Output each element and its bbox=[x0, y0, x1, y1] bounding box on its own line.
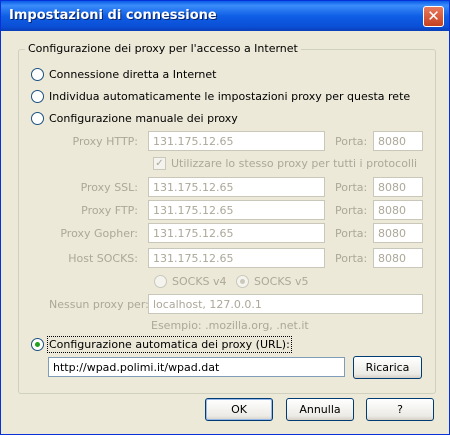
title-bar[interactable]: Impostazioni di connessione ✕ bbox=[1, 1, 449, 31]
radio-autodetect-label[interactable]: Individua automaticamente le impostazion… bbox=[49, 90, 410, 103]
same-proxy-checkbox-label[interactable]: Utilizzare lo stesso proxy per tutti i p… bbox=[171, 157, 417, 170]
radio-manual-config[interactable] bbox=[31, 112, 44, 125]
socks-port-input[interactable]: 8080 bbox=[373, 248, 423, 268]
close-icon: ✕ bbox=[427, 7, 440, 25]
radio-selected-dot bbox=[35, 342, 40, 347]
radio-socks-v4-label[interactable]: SOCKS v4 bbox=[172, 275, 227, 288]
reload-button[interactable]: Ricarica bbox=[353, 356, 422, 379]
ftp-port-input[interactable]: 8080 bbox=[373, 200, 423, 220]
gopher-proxy-input[interactable]: 131.175.12.65 bbox=[148, 223, 325, 243]
http-port-input[interactable]: 8080 bbox=[373, 131, 423, 151]
socks-host-input[interactable]: 131.175.12.65 bbox=[148, 248, 325, 268]
same-proxy-checkbox[interactable]: ✓ bbox=[153, 157, 166, 170]
cancel-button[interactable]: Annulla bbox=[286, 398, 354, 421]
auto-config-url-input[interactable]: http://wpad.polimi.it/wpad.dat bbox=[48, 357, 345, 377]
radio-manual-config-label[interactable]: Configurazione manuale dei proxy bbox=[49, 112, 238, 125]
ssl-port-input[interactable]: 8080 bbox=[373, 177, 423, 197]
radio-socks-v5[interactable] bbox=[236, 275, 249, 288]
radio-direct-connection-label[interactable]: Connessione diretta a Internet bbox=[49, 68, 216, 81]
ftp-proxy-input[interactable]: 131.175.12.65 bbox=[148, 200, 325, 220]
help-button[interactable]: ? bbox=[366, 398, 434, 421]
gopher-proxy-label: Proxy Gopher: bbox=[60, 227, 138, 240]
http-proxy-input[interactable]: 131.175.12.65 bbox=[148, 131, 325, 151]
checkmark-icon: ✓ bbox=[155, 158, 164, 169]
ftp-port-label: Porta: bbox=[335, 204, 368, 217]
window-title: Impostazioni di connessione bbox=[9, 8, 217, 23]
ssl-proxy-label: Proxy SSL: bbox=[80, 181, 138, 194]
radio-autodetect[interactable] bbox=[31, 90, 44, 103]
http-port-label: Porta: bbox=[335, 135, 368, 148]
radio-selected-dot bbox=[240, 279, 245, 284]
http-proxy-label: Proxy HTTP: bbox=[72, 135, 138, 148]
radio-auto-config-url[interactable] bbox=[31, 338, 44, 351]
group-legend: Configurazione dei proxy per l'accesso a… bbox=[25, 42, 301, 55]
gopher-port-input[interactable]: 8080 bbox=[373, 223, 423, 243]
ftp-proxy-label: Proxy FTP: bbox=[81, 204, 138, 217]
no-proxy-label: Nessun proxy per: bbox=[49, 298, 149, 311]
radio-socks-v4[interactable] bbox=[154, 275, 167, 288]
radio-socks-v5-label[interactable]: SOCKS v5 bbox=[254, 275, 309, 288]
socks-host-label: Host SOCKS: bbox=[68, 252, 138, 265]
no-proxy-example: Esempio: .mozilla.org, .net.it bbox=[151, 319, 309, 332]
radio-auto-config-url-label[interactable]: Configurazione automatica dei proxy (URL… bbox=[47, 336, 292, 353]
radio-direct-connection[interactable] bbox=[31, 68, 44, 81]
ssl-port-label: Porta: bbox=[335, 181, 368, 194]
connection-settings-dialog: Impostazioni di connessione ✕ Configuraz… bbox=[0, 0, 450, 435]
ssl-proxy-input[interactable]: 131.175.12.65 bbox=[148, 177, 325, 197]
gopher-port-label: Porta: bbox=[335, 227, 368, 240]
socks-port-label: Porta: bbox=[335, 252, 368, 265]
no-proxy-input[interactable]: localhost, 127.0.0.1 bbox=[148, 294, 423, 314]
ok-button[interactable]: OK bbox=[205, 398, 273, 421]
close-button[interactable]: ✕ bbox=[423, 6, 444, 27]
